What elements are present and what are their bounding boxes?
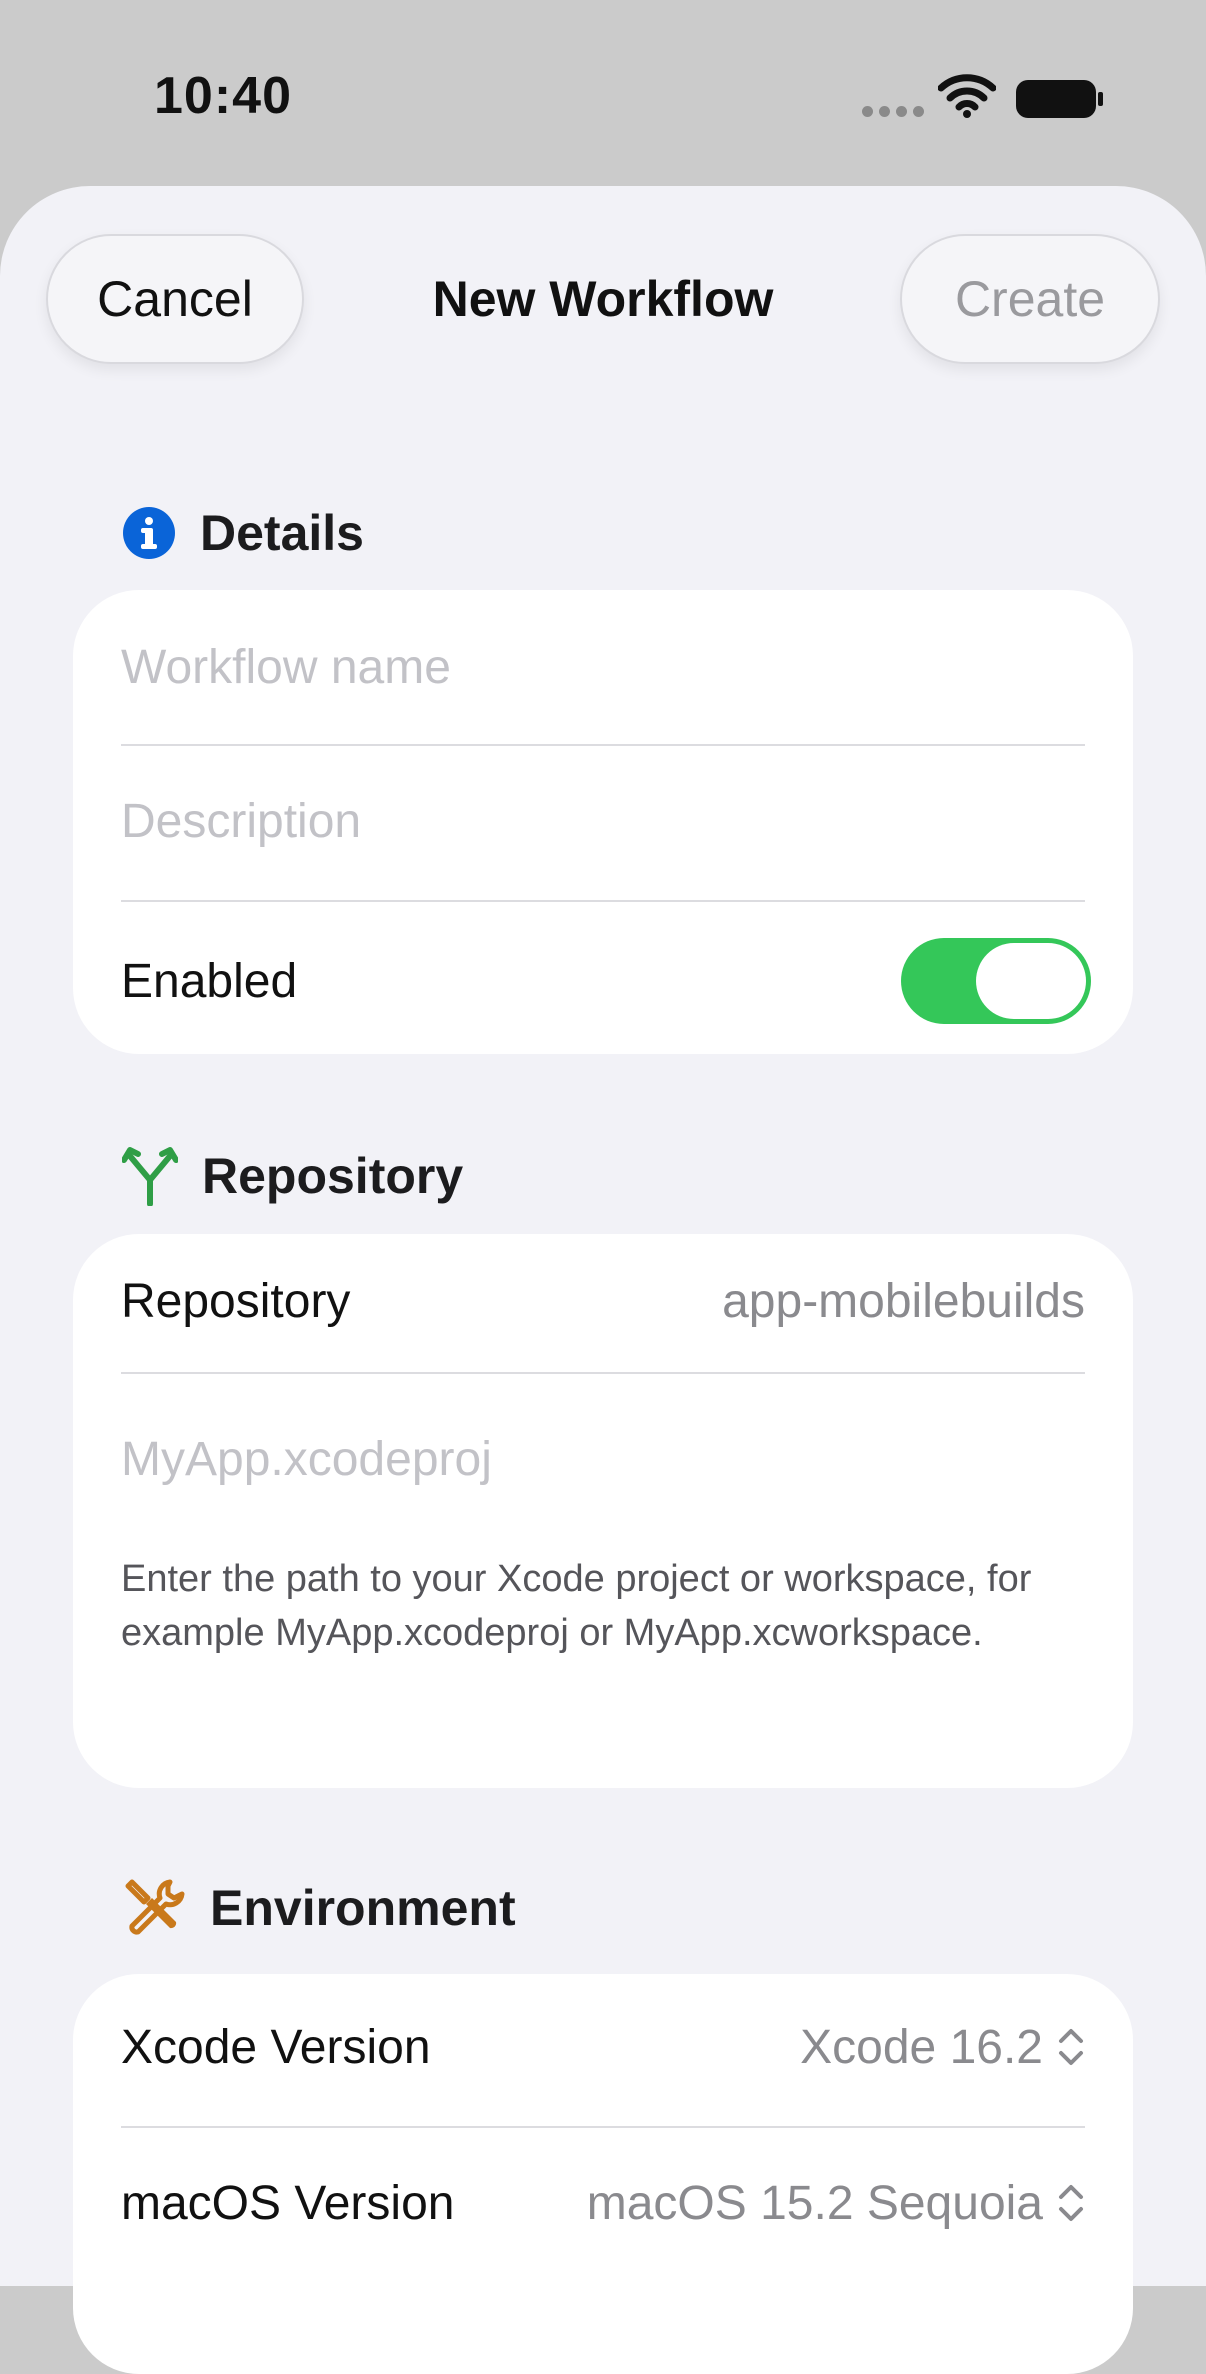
chevron-updown-icon: [1059, 2185, 1083, 2221]
enabled-toggle[interactable]: [901, 938, 1091, 1024]
description-placeholder: Description: [121, 794, 362, 848]
details-section-header: Details: [122, 504, 364, 562]
workflow-name-placeholder: Workflow name: [121, 640, 451, 694]
environment-card: Xcode Version Xcode 16.2 macOS Version m…: [73, 1974, 1133, 2374]
environment-header-label: Environment: [210, 1880, 516, 1936]
chevron-updown-icon: [1059, 2029, 1083, 2065]
enabled-label: Enabled: [121, 954, 298, 1008]
repository-value: app-mobilebuilds: [722, 1274, 1085, 1328]
macos-version-value: macOS 15.2 Sequoia: [586, 2176, 1043, 2230]
macos-version-label: macOS Version: [121, 2176, 455, 2230]
xcode-version-label: Xcode Version: [121, 2020, 431, 2074]
wifi-icon: [937, 74, 997, 123]
status-time: 10:40: [154, 67, 292, 125]
repository-label: Repository: [121, 1274, 351, 1328]
xcode-version-value: Xcode 16.2: [800, 2020, 1043, 2074]
environment-section-header: Environment: [122, 1876, 516, 1940]
description-field[interactable]: Description: [121, 774, 1085, 868]
repository-card: Repository app-mobilebuilds MyApp.xcodep…: [73, 1234, 1133, 1788]
branch-icon: [122, 1147, 178, 1206]
enabled-row: Enabled: [121, 934, 1091, 1028]
repository-section-header: Repository: [122, 1146, 463, 1206]
macos-version-picker[interactable]: macOS 15.2 Sequoia: [587, 2176, 1085, 2231]
repository-header-label: Repository: [202, 1148, 464, 1204]
battery-icon: [1016, 80, 1104, 125]
macos-version-row[interactable]: macOS Version macOS 15.2 Sequoia: [121, 2156, 1085, 2250]
status-bar: 10:40: [0, 0, 1206, 190]
new-workflow-sheet: Cancel New Workflow Create Details Workf…: [0, 186, 1206, 2374]
divider: [121, 744, 1085, 746]
details-card: Workflow name Description Enabled: [73, 590, 1133, 1054]
details-header-label: Details: [200, 505, 364, 561]
project-path-footnote: Enter the path to your Xcode project or …: [121, 1558, 1032, 1654]
info-icon: [123, 507, 175, 559]
workflow-name-field[interactable]: Workflow name: [121, 620, 1085, 714]
divider: [121, 1372, 1085, 1374]
create-button[interactable]: Create: [900, 234, 1160, 364]
divider: [121, 2126, 1085, 2128]
project-path-placeholder: MyApp.xcodeproj: [121, 1432, 492, 1486]
cellular-signal-icon: [862, 104, 930, 122]
xcode-version-picker[interactable]: Xcode 16.2: [800, 2020, 1085, 2075]
tools-icon: [125, 1879, 185, 1935]
divider: [121, 900, 1085, 902]
repository-row[interactable]: Repository app-mobilebuilds: [121, 1254, 1085, 1348]
xcode-version-row[interactable]: Xcode Version Xcode 16.2: [121, 2000, 1085, 2094]
project-path-field[interactable]: MyApp.xcodeproj: [121, 1412, 1085, 1506]
